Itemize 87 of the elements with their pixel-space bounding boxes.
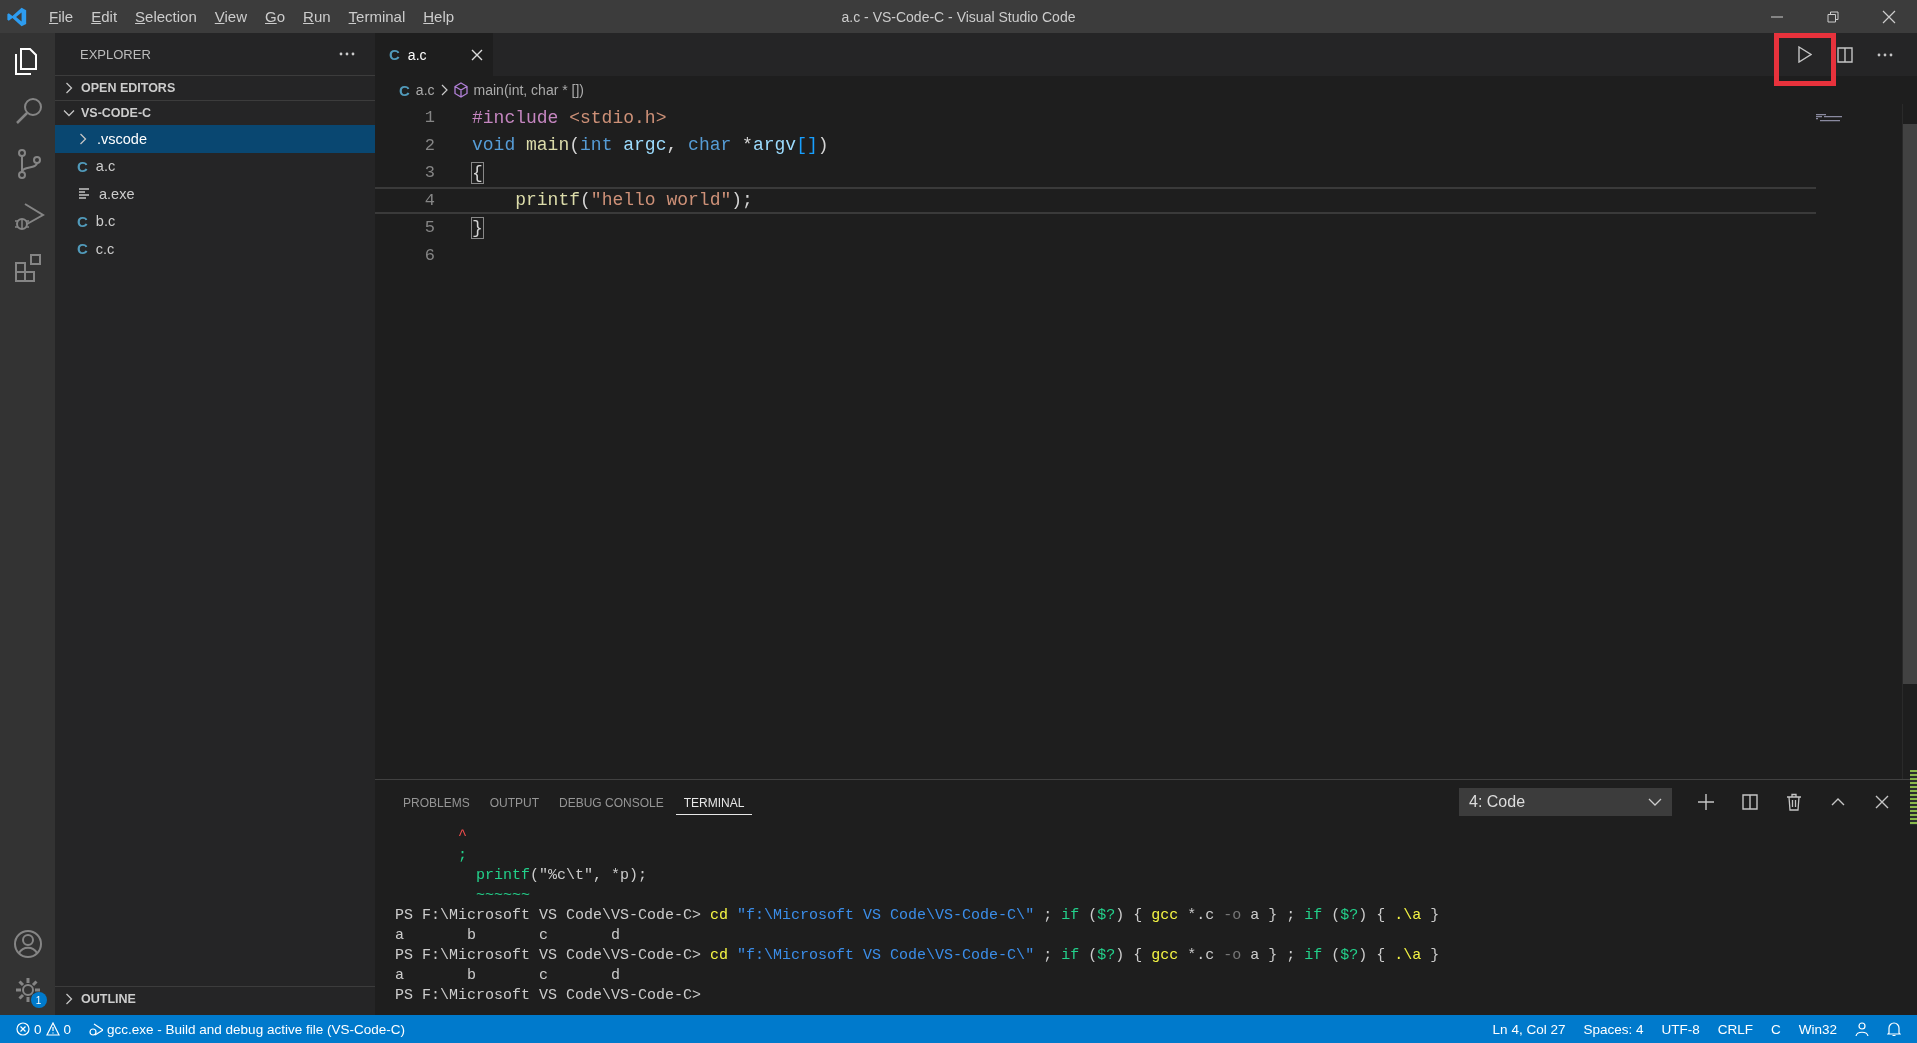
- minimize-icon[interactable]: [1771, 15, 1783, 18]
- task-status[interactable]: gcc.exe - Build and debug active file (VS-Code-C): [83, 1021, 411, 1037]
- terminal-dropdown[interactable]: 4: Code: [1459, 788, 1672, 816]
- chevron-right-icon: [440, 84, 448, 96]
- terminal-line: ~~~~~~: [475, 886, 531, 906]
- cube-icon: [453, 82, 468, 98]
- line-number: 2: [423, 135, 435, 155]
- panel-tab[interactable]: OUTPUT: [481, 789, 548, 815]
- close-icon[interactable]: [471, 48, 483, 61]
- split-editor-icon[interactable]: [1837, 46, 1853, 63]
- restore-icon[interactable]: [1827, 10, 1839, 23]
- terminal-line: PS F:\Microsoft VS Code\VS-Code-C> cd "f:\Microsoft VS Code\VS-Code-C\" ; if ($?) { gcc *.c -o a } ; if ($?) { .\a }: [395, 946, 1440, 966]
- code-line: void main(int argc, char *argv[]): [472, 135, 829, 156]
- minimap: [1816, 114, 1842, 122]
- explorer-entry[interactable]: a.exe: [55, 180, 375, 208]
- c-language-glyph: C: [77, 212, 88, 230]
- status-item[interactable]: CRLF: [1711, 1021, 1759, 1037]
- sidebar-title: EXPLORER: [80, 46, 151, 62]
- terminal-line: printf("%c\t", *p);: [475, 866, 648, 886]
- plus-icon[interactable]: [1698, 794, 1714, 810]
- line-number: 4: [423, 190, 435, 210]
- close-icon[interactable]: [1875, 795, 1889, 809]
- trash-icon[interactable]: [1786, 793, 1802, 811]
- terminal-scrollbar[interactable]: [1910, 770, 1917, 825]
- code-line: }: [472, 217, 483, 238]
- explorer-entry[interactable]: C c.c: [55, 235, 375, 263]
- section-header[interactable]: OPEN EDITORS: [55, 75, 375, 100]
- text-lines-icon: [79, 188, 89, 200]
- breadcrumb-item[interactable]: main(int, char * []): [473, 82, 584, 98]
- debug-icon: [89, 1022, 104, 1036]
- status-item[interactable]: C: [1765, 1021, 1787, 1037]
- menu-item[interactable]: Help: [414, 5, 464, 28]
- status-item[interactable]: Spaces: 4: [1577, 1021, 1650, 1037]
- problems-indicator[interactable]: 0 0: [10, 1021, 78, 1037]
- editor-tab[interactable]: C a.c: [375, 33, 493, 76]
- menu-item[interactable]: Terminal: [339, 5, 415, 28]
- c-language-glyph: C: [77, 157, 88, 175]
- terminal-line: PS F:\Microsoft VS Code\VS-Code-C> cd "f:\Microsoft VS Code\VS-Code-C\" ; if ($?) { gcc *.c -o a } ; if ($?) { .\a }: [395, 906, 1440, 926]
- menu-item[interactable]: Edit: [82, 5, 127, 28]
- menu-item[interactable]: Run: [294, 5, 340, 28]
- explorer-folder[interactable]: .vscode: [55, 125, 375, 153]
- status-item[interactable]: UTF-8: [1655, 1021, 1706, 1037]
- settings-icon[interactable]: [14, 977, 41, 1003]
- terminal-line: ^: [457, 826, 467, 846]
- app-logo-icon: [6, 5, 28, 28]
- menu-item[interactable]: View: [205, 5, 256, 28]
- bell-icon[interactable]: [1887, 1022, 1901, 1036]
- scrollbar-thumb[interactable]: [1903, 124, 1917, 684]
- menu-item[interactable]: File: [40, 5, 83, 28]
- c-language-glyph: C: [389, 46, 400, 63]
- error-icon: [16, 1022, 30, 1036]
- terminal-line: PS F:\Microsoft VS Code\VS-Code-C>: [395, 986, 702, 1006]
- window-title: a.c - VS-Code-C - Visual Studio Code: [841, 8, 1076, 25]
- line-number: 3: [423, 163, 435, 183]
- explorer-entry[interactable]: C a.c: [55, 152, 375, 180]
- more-icon[interactable]: [339, 52, 355, 56]
- split-terminal-icon[interactable]: [1742, 794, 1758, 810]
- chevron-up-icon[interactable]: [1831, 798, 1845, 806]
- code-line: printf("hello world");: [514, 190, 753, 211]
- more-icon[interactable]: [1877, 52, 1893, 57]
- code-line: {: [472, 162, 483, 183]
- code-line: #include <stdio.h>: [472, 107, 667, 128]
- line-number: 5: [423, 218, 435, 238]
- terminal-line: a b c d: [395, 926, 621, 946]
- person-icon[interactable]: [1855, 1022, 1869, 1036]
- panel-tab[interactable]: DEBUG CONSOLE: [551, 789, 672, 815]
- account-icon[interactable]: [12, 929, 43, 959]
- section-header[interactable]: OUTLINE: [55, 986, 375, 1011]
- menu-item[interactable]: Go: [256, 5, 295, 28]
- close-icon[interactable]: [1882, 9, 1896, 24]
- c-language-glyph: C: [399, 81, 410, 99]
- panel-tab[interactable]: TERMINAL: [675, 789, 753, 815]
- explorer-entry[interactable]: C b.c: [55, 207, 375, 235]
- terminal-line: ;: [457, 846, 467, 866]
- line-number: 1: [423, 108, 435, 128]
- terminal-line: a b c d: [395, 966, 621, 986]
- breadcrumb-item[interactable]: a.c: [415, 82, 435, 98]
- status-item[interactable]: Ln 4, Col 27: [1486, 1021, 1572, 1037]
- warning-icon: [45, 1022, 60, 1036]
- c-language-glyph: C: [77, 240, 88, 258]
- menu-item[interactable]: Selection: [126, 5, 206, 28]
- play-icon[interactable]: [1798, 46, 1812, 63]
- panel-tab[interactable]: PROBLEMS: [395, 789, 478, 815]
- chevron-down-icon: [1648, 798, 1662, 806]
- status-item[interactable]: Win32: [1792, 1021, 1843, 1037]
- line-number: 6: [423, 245, 435, 265]
- notification-badge: 1: [30, 992, 47, 1008]
